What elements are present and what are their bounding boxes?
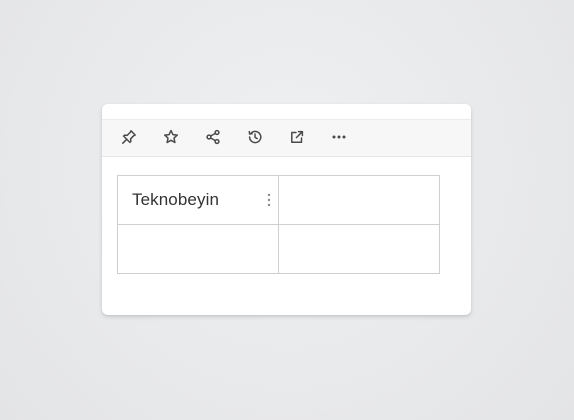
share-icon [205,129,221,150]
more-horizontal-icon [331,129,347,150]
cell-text: Teknobeyin [132,190,220,209]
more-options-button[interactable] [328,128,350,150]
favorite-button[interactable] [160,128,182,150]
table-cell[interactable] [278,224,440,274]
history-button[interactable] [244,128,266,150]
star-icon [163,129,179,150]
table-cell[interactable] [117,224,279,274]
history-icon [247,129,263,150]
toolbar [102,119,471,157]
data-table: Teknobeyin [117,175,440,274]
card-header-strip [102,104,471,119]
table-row [117,224,440,274]
external-link-icon [289,129,305,150]
table-row: Teknobeyin [117,175,440,225]
pin-icon [121,129,137,150]
more-vertical-icon [267,193,271,207]
open-external-button[interactable] [286,128,308,150]
table-cell[interactable]: Teknobeyin [117,175,279,225]
embed-card: Teknobeyin [102,104,471,315]
pin-button[interactable] [118,128,140,150]
cell-menu-button[interactable] [265,192,273,208]
share-button[interactable] [202,128,224,150]
table-cell[interactable] [278,175,440,225]
